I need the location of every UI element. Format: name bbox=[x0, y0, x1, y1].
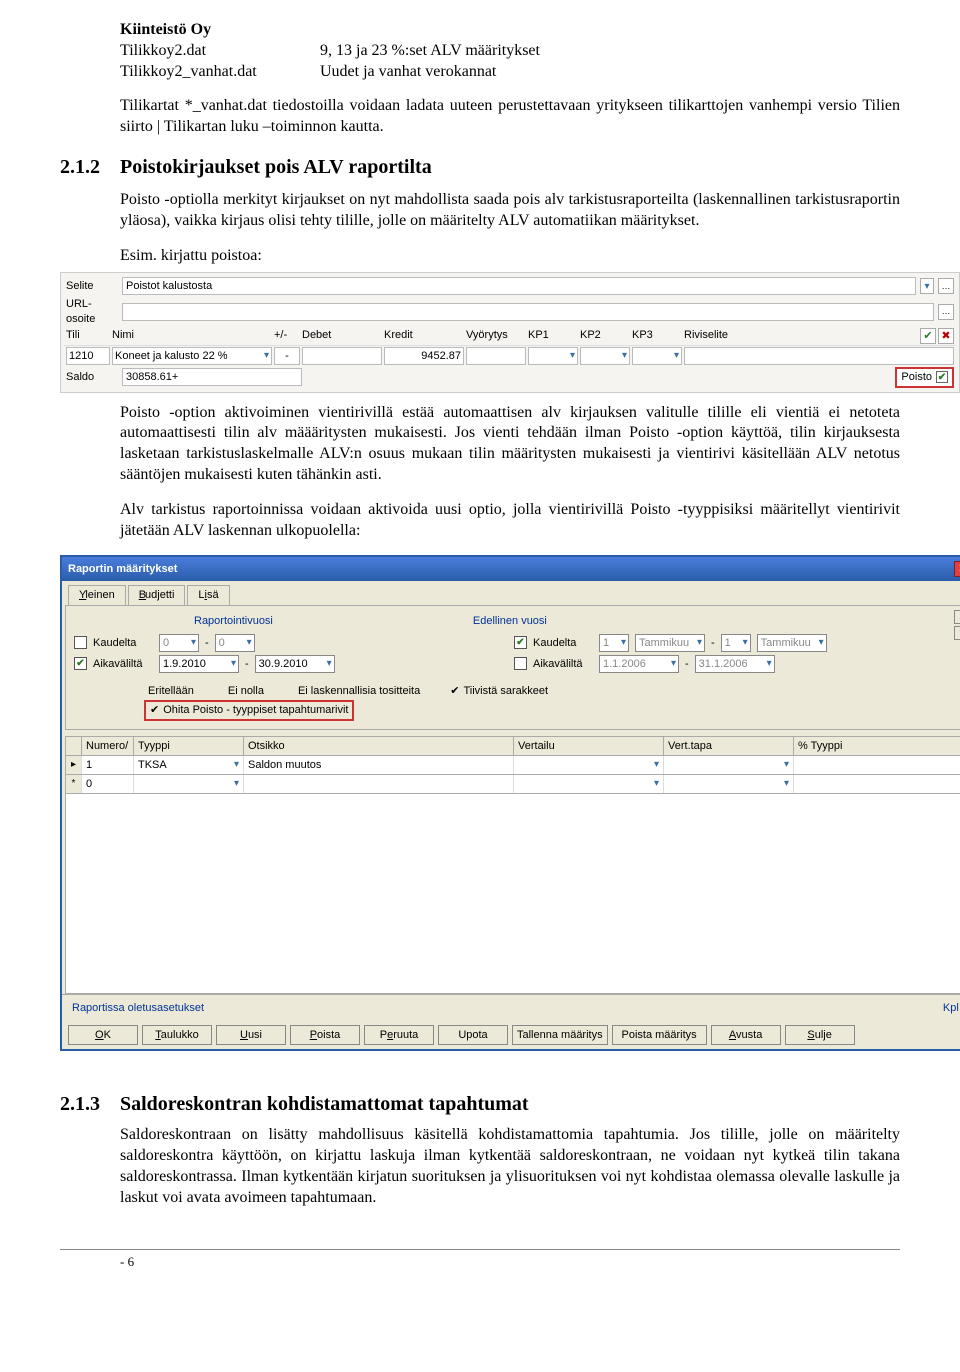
selite-browse-button[interactable]: … bbox=[938, 278, 954, 294]
raportointivuosi-label: Raportointivuosi bbox=[194, 614, 273, 628]
uusi-button[interactable]: Uusi bbox=[216, 1025, 286, 1045]
saldo-label: Saldo bbox=[66, 370, 118, 384]
kaudelta-right-checkbox[interactable]: ✔ bbox=[514, 636, 527, 649]
tab-budjetti[interactable]: Budjetti bbox=[128, 585, 186, 604]
report-table-row-1[interactable]: ▸ 1 TKSA▾ Saldon muutos ▾ ▾ bbox=[65, 756, 960, 775]
aikavali-left-from[interactable]: 1.9.2010 bbox=[159, 655, 239, 673]
peruuta-button[interactable]: Peruuta bbox=[364, 1025, 434, 1045]
report-table-empty-area bbox=[65, 794, 960, 994]
kaudelta-left-from[interactable]: 0 bbox=[159, 634, 199, 652]
tab-lisa[interactable]: Lisä bbox=[187, 585, 229, 604]
kaudelta-left-checkbox[interactable] bbox=[74, 636, 87, 649]
kaudelta-right-3[interactable]: 1 bbox=[721, 634, 751, 652]
tiivista-checkbox[interactable]: ✔ bbox=[450, 684, 459, 698]
row-new-icon: * bbox=[66, 775, 82, 793]
section-213-number: 2.1.3 bbox=[60, 1091, 120, 1117]
file2-name: Tilikkoy2_vanhat.dat bbox=[120, 62, 320, 83]
saldo-field: 30858.61+ bbox=[122, 368, 302, 386]
ok-button[interactable]: OK bbox=[68, 1025, 138, 1045]
entry-data-row[interactable]: 1210 Koneet ja kalusto 22 %▾ - 9452.87 ▾… bbox=[64, 346, 956, 366]
selite-field[interactable]: Poistot kalustosta bbox=[122, 277, 916, 295]
row-ok-icon[interactable]: ✔ bbox=[920, 328, 936, 344]
avusta-button[interactable]: Avusta bbox=[711, 1025, 781, 1045]
section-212-p1: Poisto -optiolla merkityt kirjaukset on … bbox=[120, 190, 900, 232]
aikavali-right-from[interactable]: 1.1.2006 bbox=[599, 655, 679, 673]
aikavali-left-checkbox[interactable]: ✔ bbox=[74, 657, 87, 670]
file1-name: Tilikkoy2.dat bbox=[120, 41, 320, 62]
page-number: - 6 bbox=[120, 1254, 900, 1271]
kaudelta-left-to[interactable]: 0 bbox=[215, 634, 255, 652]
section-213-title: Saldoreskontran kohdistamattomat tapahtu… bbox=[120, 1091, 529, 1117]
entry-screenshot: Selite Poistot kalustosta ▾ … URL- osoit… bbox=[60, 272, 960, 392]
footer-defaults-label: Raportissa oletusasetukset bbox=[72, 1001, 204, 1015]
kaudelta-right-4[interactable]: Tammikuu bbox=[757, 634, 827, 652]
ohita-poisto-checkbox[interactable]: ✔ bbox=[150, 703, 159, 717]
url-browse-button[interactable]: … bbox=[938, 304, 954, 320]
row-delete-icon[interactable]: ✖ bbox=[938, 328, 954, 344]
tilikartat-paragraph: Tilikartat *_vanhat.dat tiedostoilla voi… bbox=[120, 96, 900, 138]
kaudelta-right-1[interactable]: 1 bbox=[599, 634, 629, 652]
section-212-p3: Poisto -option aktivoiminen vientirivill… bbox=[120, 403, 900, 486]
url-field[interactable] bbox=[122, 303, 934, 321]
poisto-label: Poisto bbox=[901, 370, 932, 384]
aikavali-right-label: Aikaväliltä bbox=[533, 657, 593, 671]
tiivista-label: Tiivistä sarakkeet bbox=[463, 684, 548, 698]
url-label: URL- osoite bbox=[66, 297, 118, 326]
section-213-p1: Saldoreskontraan on lisätty mahdollisuus… bbox=[120, 1125, 900, 1208]
file2-desc: Uudet ja vanhat verokannat bbox=[320, 62, 900, 83]
taulukko-button[interactable]: Taulukko bbox=[142, 1025, 212, 1045]
window-title: Raportin määritykset bbox=[68, 562, 177, 576]
aikavali-right-to[interactable]: 31.1.2006 bbox=[695, 655, 775, 673]
selite-dropdown[interactable]: ▾ bbox=[920, 278, 934, 294]
file1-desc: 9, 13 ja 23 %:set ALV määritykset bbox=[320, 41, 900, 62]
section-212-title: Poistokirjaukset pois ALV raportilta bbox=[120, 154, 432, 180]
selite-label: Selite bbox=[66, 279, 118, 293]
eilask-label: Ei laskennallisia tositteita bbox=[298, 684, 420, 698]
sulje-button[interactable]: Sulje bbox=[785, 1025, 855, 1045]
einolla-label: Ei nolla bbox=[228, 684, 264, 698]
poista-button[interactable]: Poista bbox=[290, 1025, 360, 1045]
footer-kpl-label: Kpl 1 bbox=[943, 1001, 960, 1015]
kaudelta-left-label: Kaudelta bbox=[93, 636, 153, 650]
tallenna-button[interactable]: Tallenna määritys bbox=[512, 1025, 608, 1045]
poista-maaritys-button[interactable]: Poista määritys bbox=[612, 1025, 707, 1045]
row-pointer-icon: ▸ bbox=[66, 756, 82, 774]
kaudelta-right-2[interactable]: Tammikuu bbox=[635, 634, 705, 652]
ohita-poisto-label: Ohita Poisto - tyyppiset tapahtumarivit bbox=[163, 703, 348, 717]
report-settings-window: Raportin määritykset ✕ Yleinen Budjetti … bbox=[60, 555, 960, 1051]
company-name: Kiinteistö Oy bbox=[120, 20, 900, 41]
close-icon[interactable]: ✕ bbox=[954, 561, 960, 577]
upota-button[interactable]: Upota bbox=[438, 1025, 508, 1045]
edellinenvuosi-label: Edellinen vuosi bbox=[473, 614, 547, 628]
poisto-option-highlight: Poisto ✔ bbox=[895, 367, 954, 387]
eritellaan-label: Eritellään bbox=[148, 684, 194, 698]
ohita-poisto-highlight: ✔ Ohita Poisto - tyyppiset tapahtumarivi… bbox=[144, 700, 354, 720]
aikavali-right-checkbox[interactable] bbox=[514, 657, 527, 670]
entry-table-header: Tili Nimi +/- Debet Kredit Vyörytys KP1 … bbox=[64, 327, 956, 346]
scroll-down-icon[interactable]: ▾ bbox=[954, 626, 960, 640]
footer-rule bbox=[60, 1249, 900, 1250]
kaudelta-right-label: Kaudelta bbox=[533, 636, 593, 650]
scroll-up-icon[interactable]: ▴ bbox=[954, 610, 960, 624]
report-table-header: Numero/ Tyyppi Otsikko Vertailu Vert.tap… bbox=[65, 736, 960, 756]
report-table-row-2[interactable]: * 0 ▾ ▾ ▾ bbox=[65, 775, 960, 794]
aikavali-left-label: Aikaväliltä bbox=[93, 657, 153, 671]
tab-yleinen[interactable]: Yleinen bbox=[68, 585, 126, 604]
aikavali-left-to[interactable]: 30.9.2010 bbox=[255, 655, 335, 673]
section-212-p4: Alv tarkistus raportoinnissa voidaan akt… bbox=[120, 500, 900, 542]
poisto-checkbox[interactable]: ✔ bbox=[936, 371, 948, 383]
section-212-number: 2.1.2 bbox=[60, 154, 120, 180]
section-212-p2: Esim. kirjattu poistoa: bbox=[120, 246, 900, 267]
